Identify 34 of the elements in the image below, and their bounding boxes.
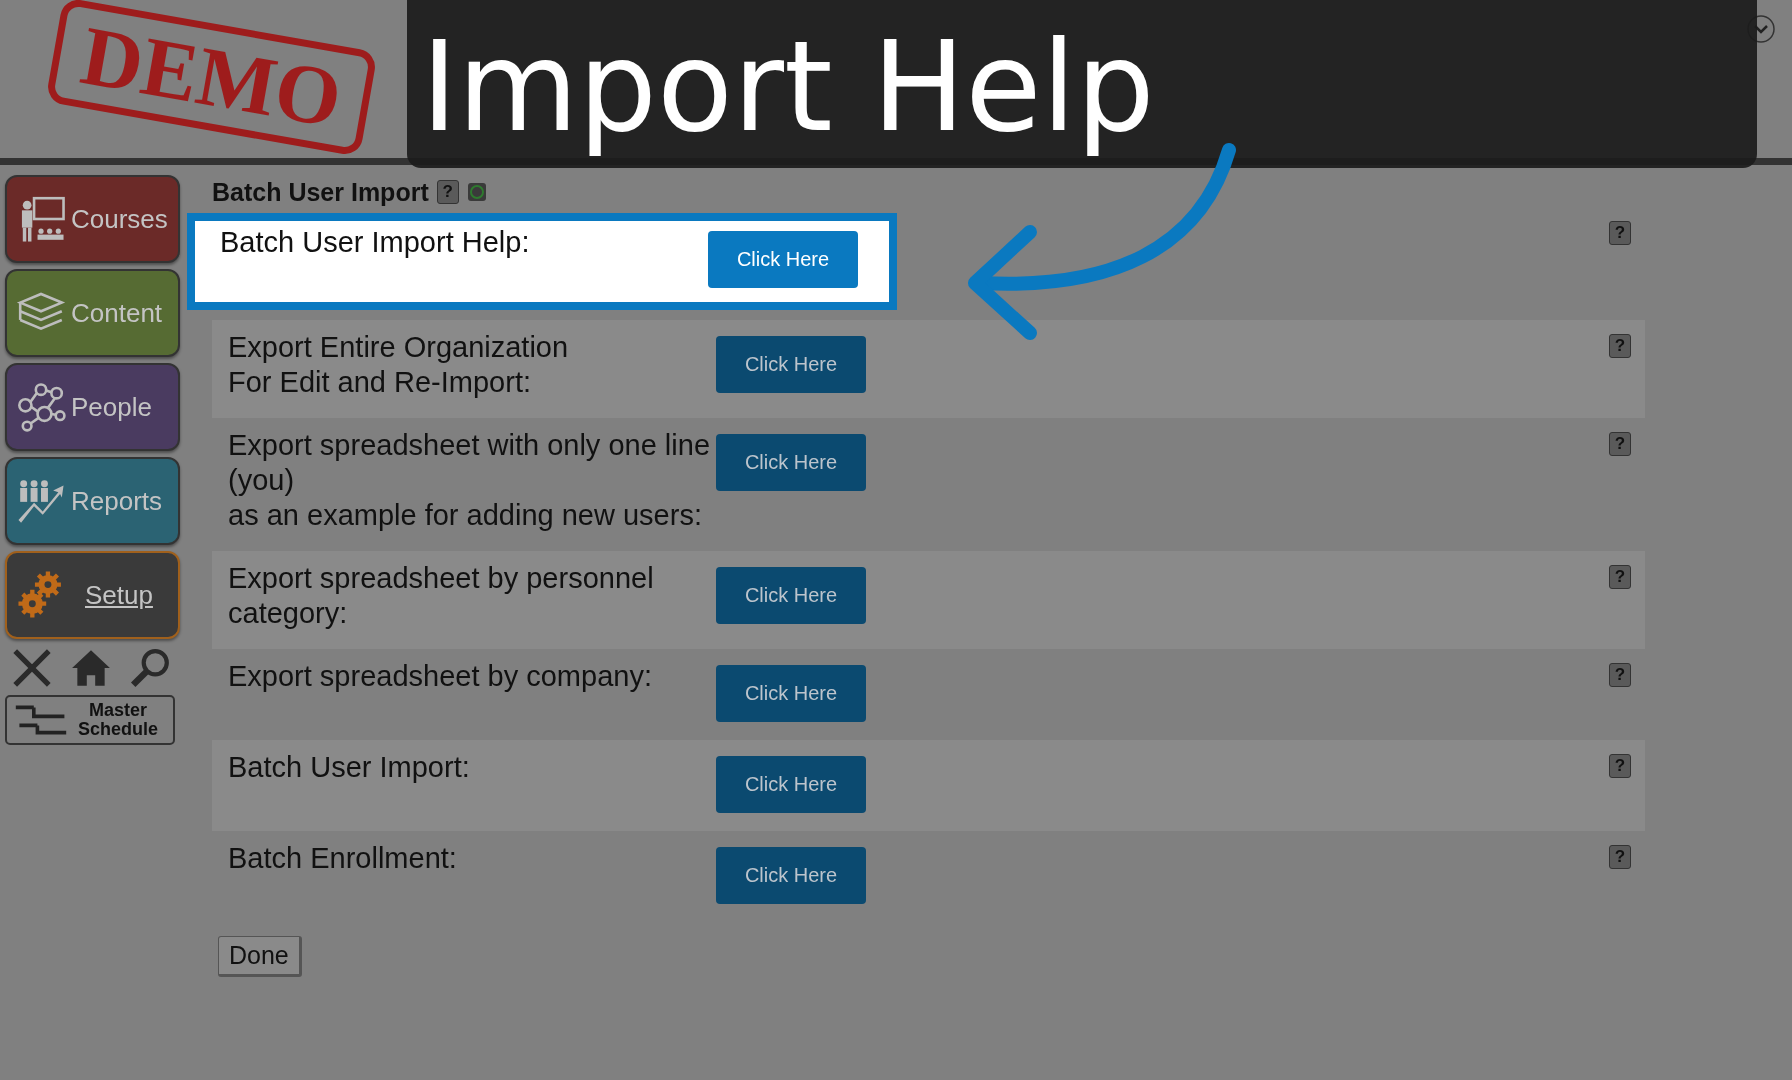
click-here-button[interactable]: Click Here xyxy=(716,665,866,722)
click-here-button[interactable]: Click Here xyxy=(716,336,866,393)
click-here-button[interactable]: Click Here xyxy=(716,434,866,491)
row-label: Batch User Import: xyxy=(228,750,471,785)
help-icon[interactable]: ? xyxy=(1609,663,1631,687)
search-icon[interactable] xyxy=(129,647,171,689)
page-title: Batch User Import xyxy=(212,177,429,207)
row-label: Export Entire Organization For Edit and Re-Import: xyxy=(228,330,570,400)
nav-button[interactable]: Courses xyxy=(5,175,180,263)
help-icon[interactable]: ? xyxy=(436,180,459,204)
help-icon[interactable]: ? xyxy=(1609,221,1631,245)
nav-button[interactable]: Setup xyxy=(5,551,180,639)
help-icon[interactable]: ? xyxy=(1609,334,1631,358)
nav-button[interactable]: People xyxy=(5,363,180,451)
click-here-button[interactable]: Click Here xyxy=(716,847,866,904)
row-label: Export spreadsheet with only one line (you) as an example for adding new users: xyxy=(228,428,711,533)
click-here-button[interactable]: Click Here xyxy=(708,231,858,288)
help-icon[interactable]: ? xyxy=(1609,845,1631,869)
network-icon xyxy=(15,381,67,433)
row-label: Batch Enrollment: xyxy=(228,841,458,876)
close-icon[interactable] xyxy=(11,647,53,689)
click-here-button[interactable]: Click Here xyxy=(716,567,866,624)
row-label: Export spreadsheet by company: xyxy=(228,659,653,694)
row-label: Export spreadsheet by personnel category: xyxy=(228,561,655,631)
click-here-button[interactable]: Click Here xyxy=(716,756,866,813)
help-icon[interactable]: ? xyxy=(1609,565,1631,589)
done-button[interactable]: Done xyxy=(218,936,302,977)
nav-button[interactable]: Content xyxy=(5,269,180,357)
nav-button[interactable]: Reports xyxy=(5,457,180,545)
master-schedule-button[interactable]: Master Schedule xyxy=(5,695,175,745)
help-icon[interactable]: ? xyxy=(1609,754,1631,778)
row-label: Batch User Import Help: xyxy=(220,225,531,260)
help-icon[interactable]: ? xyxy=(1609,432,1631,456)
banner-title: Import Help xyxy=(421,14,1155,160)
